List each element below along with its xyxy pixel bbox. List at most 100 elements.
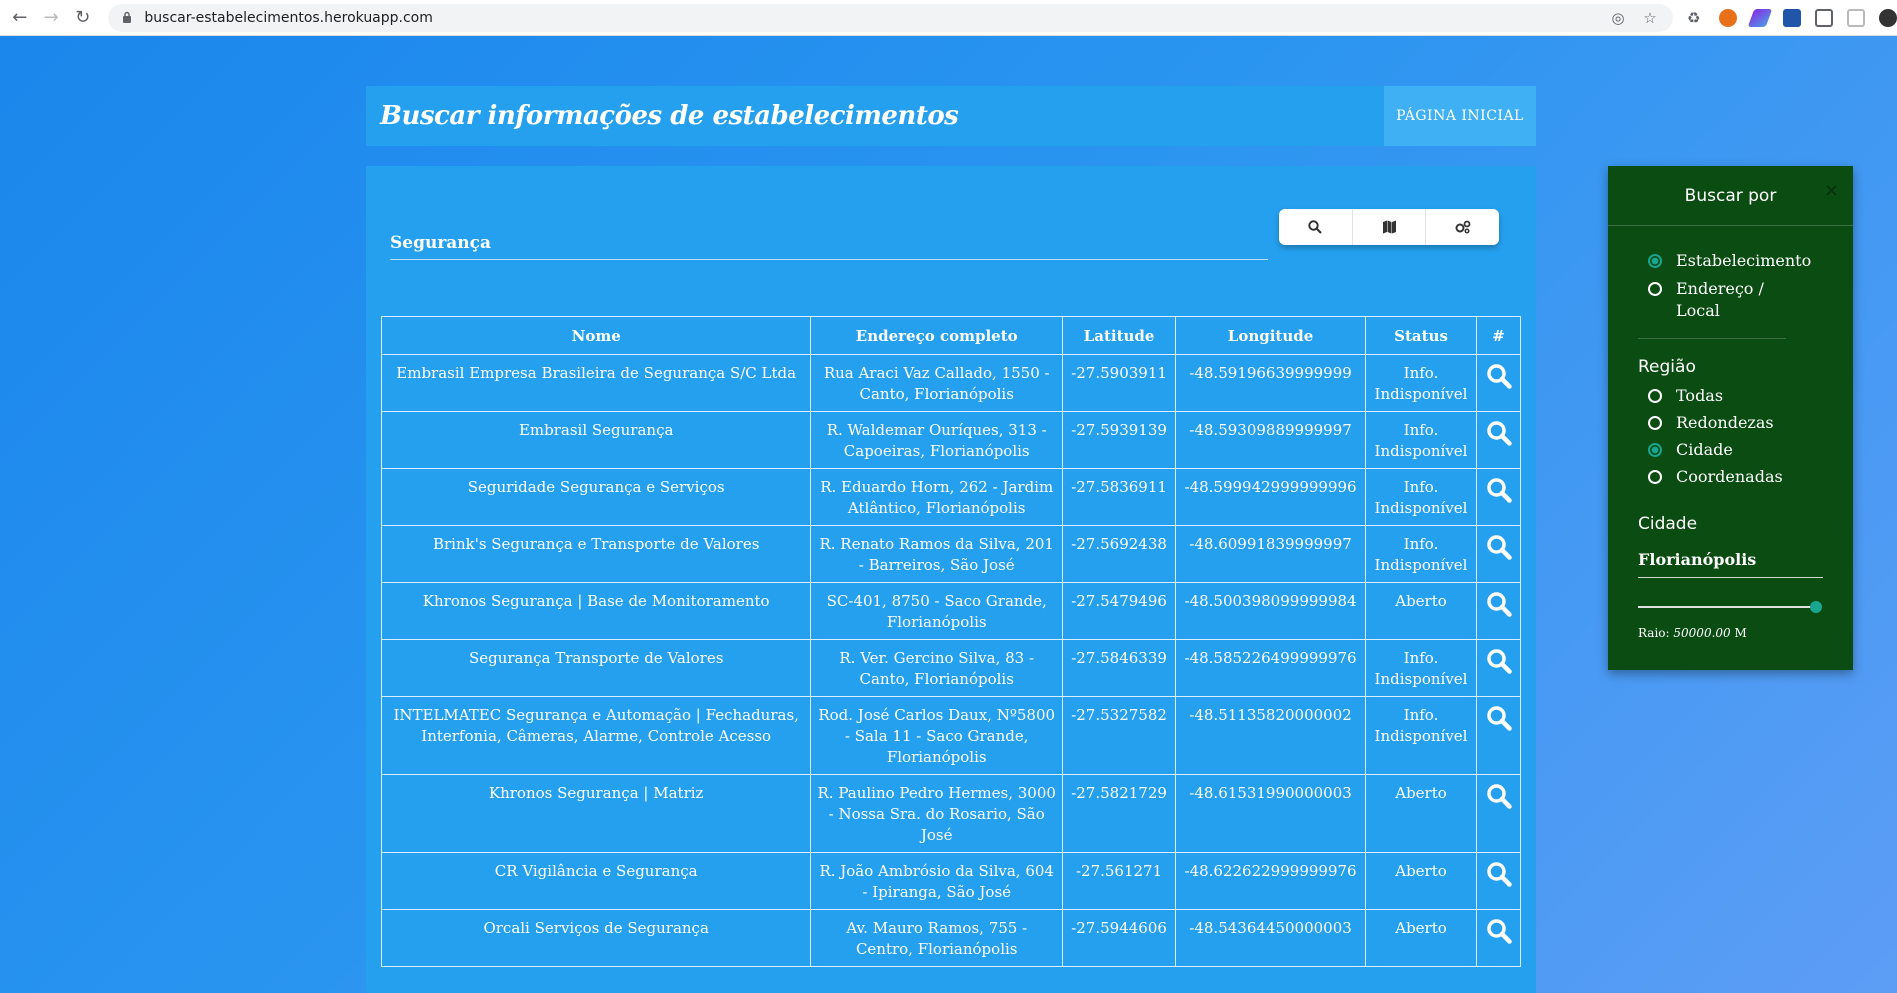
location-icon[interactable]: ◎ xyxy=(1609,9,1627,27)
cell-longitude: -48.60991839999997 xyxy=(1175,525,1367,583)
search-icon[interactable] xyxy=(1486,861,1512,887)
profile-avatar[interactable] xyxy=(1879,8,1897,27)
map-button[interactable] xyxy=(1353,209,1427,245)
radio-endereco[interactable]: Endereço / Local xyxy=(1648,278,1808,322)
row-details-button[interactable] xyxy=(1476,639,1521,697)
row-details-button[interactable] xyxy=(1476,525,1521,583)
cell-status: Aberto xyxy=(1365,582,1477,640)
row-details-button[interactable] xyxy=(1476,774,1521,853)
header-status[interactable]: Status xyxy=(1365,316,1477,355)
search-button[interactable] xyxy=(1279,209,1353,245)
home-link[interactable]: PÁGINA INICIAL xyxy=(1384,86,1536,146)
cell-status: Info. Indisponível xyxy=(1365,468,1477,526)
extension-recycle-icon[interactable]: ♻ xyxy=(1687,9,1705,27)
app-header: Buscar informações de estabelecimentos P… xyxy=(366,86,1536,146)
search-icon[interactable] xyxy=(1486,918,1512,944)
cell-latitude: -27.5836911 xyxy=(1062,468,1177,526)
back-icon[interactable]: ← xyxy=(8,6,31,30)
header-endereco[interactable]: Endereço completo xyxy=(810,316,1064,355)
cell-latitude: -27.5939139 xyxy=(1062,411,1177,469)
gears-icon xyxy=(1455,220,1471,234)
cell-nome: Seguridade Segurança e Serviços xyxy=(380,468,812,526)
city-input[interactable]: Florianópolis xyxy=(1638,550,1823,578)
radius-slider-handle[interactable] xyxy=(1810,601,1822,613)
reload-icon[interactable]: ↻ xyxy=(71,6,94,30)
table-row: Seguridade Segurança e Serviços R. Eduard… xyxy=(380,468,1521,526)
search-icon[interactable] xyxy=(1486,420,1512,446)
search-icon[interactable] xyxy=(1486,363,1512,389)
header-longitude[interactable]: Longitude xyxy=(1175,316,1367,355)
radius-value: 50000.00 xyxy=(1673,626,1731,640)
cell-latitude: -27.5944606 xyxy=(1062,909,1177,967)
results-table: Nome Endereço completo Latitude Longitud… xyxy=(380,316,1521,967)
search-icon[interactable] xyxy=(1486,477,1512,503)
star-icon[interactable]: ☆ xyxy=(1641,9,1659,27)
search-icon[interactable] xyxy=(1486,591,1512,617)
cell-status: Aberto xyxy=(1365,774,1477,853)
row-details-button[interactable] xyxy=(1476,411,1521,469)
cell-endereco: R. Paulino Pedro Hermes, 3000 - Nossa Sr… xyxy=(810,774,1064,853)
search-icon[interactable] xyxy=(1486,648,1512,674)
cell-endereco: R. Renato Ramos da Silva, 201 - Barreiro… xyxy=(810,525,1064,583)
cell-latitude: -27.5692438 xyxy=(1062,525,1177,583)
radio-label: Todas xyxy=(1676,386,1724,405)
city-group: Cidade Florianópolis xyxy=(1608,488,1853,578)
search-icon[interactable] xyxy=(1486,534,1512,560)
search-input[interactable] xyxy=(390,226,1268,260)
search-icon[interactable] xyxy=(1486,705,1512,731)
extension-pen-icon[interactable] xyxy=(1783,8,1802,27)
row-details-button[interactable] xyxy=(1476,909,1521,967)
row-details-button[interactable] xyxy=(1476,468,1521,526)
radio-redondezas-indicator[interactable] xyxy=(1648,416,1662,430)
cell-endereco: R. Ver. Gercino Silva, 83 - Canto, Flori… xyxy=(810,639,1064,697)
radio-endereco-indicator[interactable] xyxy=(1648,282,1662,296)
radio-cidade-indicator[interactable] xyxy=(1648,443,1662,457)
radio-todas-indicator[interactable] xyxy=(1648,389,1662,403)
extension-box-icon[interactable] xyxy=(1847,8,1866,27)
cell-latitude: -27.5479496 xyxy=(1062,582,1177,640)
extension-grid-icon[interactable] xyxy=(1815,8,1834,27)
search-options-panel: Buscar por × Estabelecimento Endereço / … xyxy=(1608,166,1853,670)
cell-status: Aberto xyxy=(1365,852,1477,910)
table-row: Brink's Segurança e Transporte de Valore… xyxy=(380,525,1521,583)
cell-nome: Orcali Serviços de Segurança xyxy=(380,909,812,967)
extension-orange-icon[interactable] xyxy=(1719,8,1738,27)
cell-status: Info. Indisponível xyxy=(1365,525,1477,583)
address-bar[interactable]: buscar-estabelecimentos.herokuapp.com ◎ … xyxy=(108,3,1674,32)
cell-nome: Khronos Segurança | Matriz xyxy=(380,774,812,853)
forward-icon[interactable]: → xyxy=(39,6,62,30)
row-details-button[interactable] xyxy=(1476,852,1521,910)
header-nome[interactable]: Nome xyxy=(380,316,812,355)
table-row: Embrasil Segurança R. Waldemar Ouríques, … xyxy=(380,411,1521,469)
radio-estabelecimento[interactable]: Estabelecimento xyxy=(1648,250,1853,272)
row-details-button[interactable] xyxy=(1476,582,1521,640)
radius-readout: Raio: 50000.00 M xyxy=(1638,626,1823,640)
radio-label: Redondezas xyxy=(1676,413,1774,432)
close-icon[interactable]: × xyxy=(1824,180,1839,201)
cell-endereco: Av. Mauro Ramos, 755 - Centro, Florianóp… xyxy=(810,909,1064,967)
region-title: Região xyxy=(1638,357,1696,377)
settings-button[interactable] xyxy=(1426,209,1499,245)
radio-coordenadas-indicator[interactable] xyxy=(1648,470,1662,484)
header-actions: # xyxy=(1476,316,1521,355)
search-icon[interactable] xyxy=(1486,783,1512,809)
radio-estabelecimento-indicator[interactable] xyxy=(1648,254,1662,268)
table-row: Embrasil Empresa Brasileira de Segurança… xyxy=(380,354,1521,412)
cell-latitude: -27.561271 xyxy=(1062,852,1177,910)
radio-cidade[interactable]: Cidade xyxy=(1648,439,1853,461)
cell-latitude: -27.5846339 xyxy=(1062,639,1177,697)
extension-feather-icon[interactable] xyxy=(1747,8,1773,27)
radio-coordenadas[interactable]: Coordenadas xyxy=(1648,466,1853,488)
cell-endereco: Rod. José Carlos Daux, Nº5800 - Sala 11 … xyxy=(810,696,1064,775)
cell-endereco: Rua Araci Vaz Callado, 1550 - Canto, Flo… xyxy=(810,354,1064,412)
cell-endereco: SC-401, 8750 - Saco Grande, Florianópoli… xyxy=(810,582,1064,640)
table-row: Segurança Transporte de Valores R. Ver. G… xyxy=(380,639,1521,697)
row-details-button[interactable] xyxy=(1476,354,1521,412)
radio-redondezas[interactable]: Redondezas xyxy=(1648,412,1853,434)
panel-title: Buscar por xyxy=(1684,185,1777,206)
row-details-button[interactable] xyxy=(1476,696,1521,775)
header-latitude[interactable]: Latitude xyxy=(1062,316,1177,355)
map-icon xyxy=(1382,220,1396,234)
radius-slider[interactable] xyxy=(1638,601,1822,613)
radio-todas[interactable]: Todas xyxy=(1648,385,1853,407)
